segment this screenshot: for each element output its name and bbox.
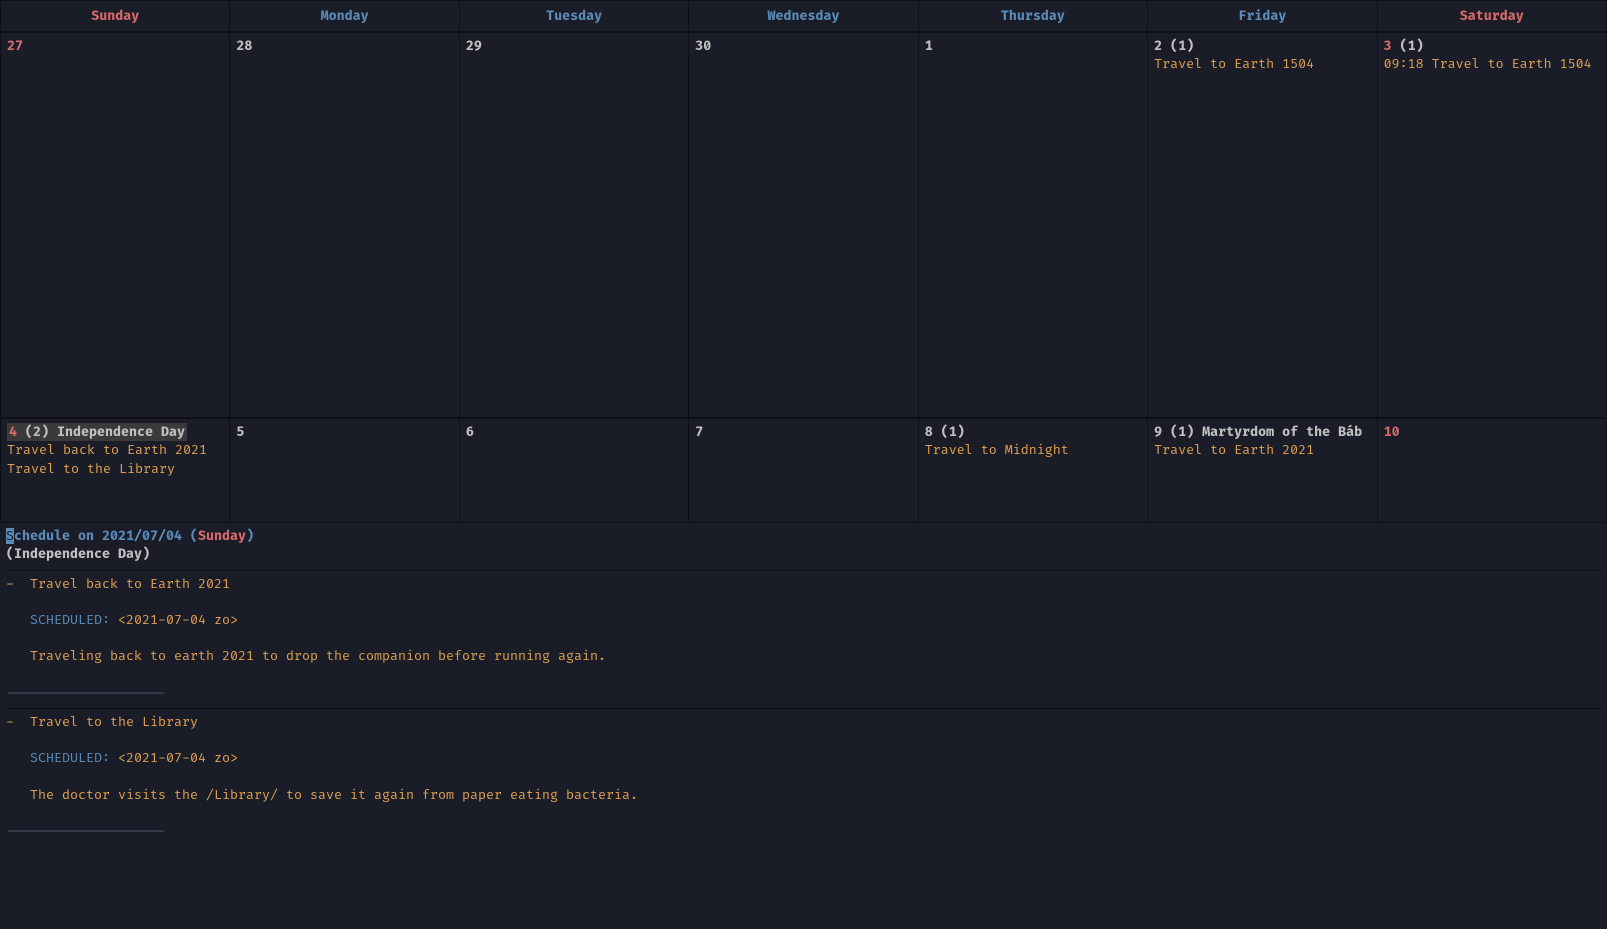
schedule-item-title[interactable]: - Travel to the Library — [6, 713, 1601, 731]
day-top: 28 — [236, 37, 452, 55]
day-top: 27 — [7, 37, 223, 55]
day-top: 6 — [466, 423, 682, 441]
day-number: 28 — [236, 38, 252, 54]
day-top: 29 — [466, 37, 682, 55]
schedule-item-desc: The doctor visits the /Library/ to save … — [6, 786, 1601, 804]
day-cell-30[interactable]: 30 — [689, 33, 918, 418]
day-number: 4 — [9, 424, 17, 440]
event-count: (1) — [1392, 38, 1424, 54]
day-cell-6[interactable]: 6 — [460, 419, 689, 523]
day-header-sunday: Sunday — [1, 1, 230, 32]
cursor: S — [6, 528, 14, 544]
schedule-holiday: (Independence Day) — [6, 545, 1601, 563]
day-cell-7[interactable]: 7 — [689, 419, 918, 523]
schedule-item-scheduled: SCHEDULED: <2021-07-04 zo> — [6, 611, 1601, 629]
day-header-saturday: Saturday — [1378, 1, 1607, 32]
day-top: 4 (2) Independence Day — [7, 423, 223, 441]
day-number: 8 — [925, 424, 933, 440]
holiday-name: Martyrdom of the Báb — [1194, 424, 1362, 440]
day-cell-2[interactable]: 2 (1)Travel to Earth 1504 — [1148, 33, 1377, 418]
day-cell-9[interactable]: 9 (1) Martyrdom of the BábTravel to Eart… — [1148, 419, 1377, 523]
calendar-event[interactable]: Travel to Earth 2021 — [1154, 441, 1370, 459]
day-header-thursday: Thursday — [919, 1, 1148, 32]
day-top: 5 — [236, 423, 452, 441]
day-top: 2 (1) — [1154, 37, 1370, 55]
separator: -------------------- — [6, 822, 1601, 840]
day-cell-3[interactable]: 3 (1)09:18 Travel to Earth 1504 — [1378, 33, 1607, 418]
calendar-row-2: 4 (2) Independence Day Travel back to Ea… — [0, 418, 1607, 523]
calendar-row-1: 27 28 29 30 1 2 (1)Travel to Earth 1504 … — [0, 32, 1607, 418]
day-top: 9 (1) Martyrdom of the Báb — [1154, 423, 1370, 441]
schedule-item-desc: Traveling back to earth 2021 to drop the… — [6, 647, 1601, 665]
day-top: 10 — [1384, 423, 1600, 441]
day-cell-27[interactable]: 27 — [1, 33, 230, 418]
day-header-tuesday: Tuesday — [460, 1, 689, 32]
day-cell-28[interactable]: 28 — [230, 33, 459, 418]
day-number: 3 — [1384, 38, 1392, 54]
event-count: (1) — [1162, 38, 1194, 54]
day-cell-5[interactable]: 5 — [230, 419, 459, 523]
day-cell-29[interactable]: 29 — [460, 33, 689, 418]
day-top: 1 — [925, 37, 1141, 55]
day-number: 7 — [695, 424, 703, 440]
schedule-title: Schedule on 2021/07/04 (Sunday) — [6, 527, 1601, 545]
schedule-panel: Schedule on 2021/07/04 (Sunday) (Indepen… — [0, 523, 1607, 840]
day-cell-4[interactable]: 4 (2) Independence Day Travel back to Ea… — [1, 419, 230, 523]
event-count: (1) — [1162, 424, 1194, 440]
day-top: 3 (1) — [1384, 37, 1600, 55]
day-number: 10 — [1384, 424, 1400, 440]
event-count: (2) — [17, 424, 49, 440]
day-number: 2 — [1154, 38, 1162, 54]
schedule-item-title[interactable]: - Travel back to Earth 2021 — [6, 575, 1601, 593]
holiday-highlight: 4 (2) Independence Day — [7, 423, 187, 441]
calendar-event[interactable]: Travel to Earth 1504 — [1154, 55, 1370, 73]
day-top: 30 — [695, 37, 911, 55]
calendar-header-row: SundayMondayTuesdayWednesdayThursdayFrid… — [0, 0, 1607, 32]
day-header-monday: Monday — [230, 1, 459, 32]
schedule-items: - Travel back to Earth 2021 SCHEDULED: <… — [6, 570, 1601, 841]
day-number: 9 — [1154, 424, 1162, 440]
day-number: 1 — [925, 38, 933, 54]
day-number: 6 — [466, 424, 474, 440]
day-top: 7 — [695, 423, 911, 441]
day-header-wednesday: Wednesday — [689, 1, 918, 32]
holiday-name: Independence Day — [49, 424, 185, 440]
day-number: 30 — [695, 38, 711, 54]
day-cell-8[interactable]: 8 (1)Travel to Midnight — [919, 419, 1148, 523]
calendar-event[interactable]: Travel back to Earth 2021 — [7, 441, 223, 459]
calendar-event[interactable]: Travel to Midnight — [925, 441, 1141, 459]
calendar-event[interactable]: 09:18 Travel to Earth 1504 — [1384, 55, 1600, 73]
day-cell-1[interactable]: 1 — [919, 33, 1148, 418]
event-count: (1) — [933, 424, 965, 440]
day-number: 29 — [466, 38, 482, 54]
schedule-item: - Travel back to Earth 2021 SCHEDULED: <… — [6, 570, 1601, 702]
day-number: 5 — [236, 424, 244, 440]
day-header-friday: Friday — [1148, 1, 1377, 32]
day-top: 8 (1) — [925, 423, 1141, 441]
separator: -------------------- — [6, 684, 1601, 702]
schedule-item: - Travel to the Library SCHEDULED: <2021… — [6, 708, 1601, 840]
calendar-event[interactable]: Travel to the Library — [7, 460, 223, 478]
day-cell-10[interactable]: 10 — [1378, 419, 1607, 523]
day-number: 27 — [7, 38, 23, 54]
schedule-item-scheduled: SCHEDULED: <2021-07-04 zo> — [6, 749, 1601, 767]
